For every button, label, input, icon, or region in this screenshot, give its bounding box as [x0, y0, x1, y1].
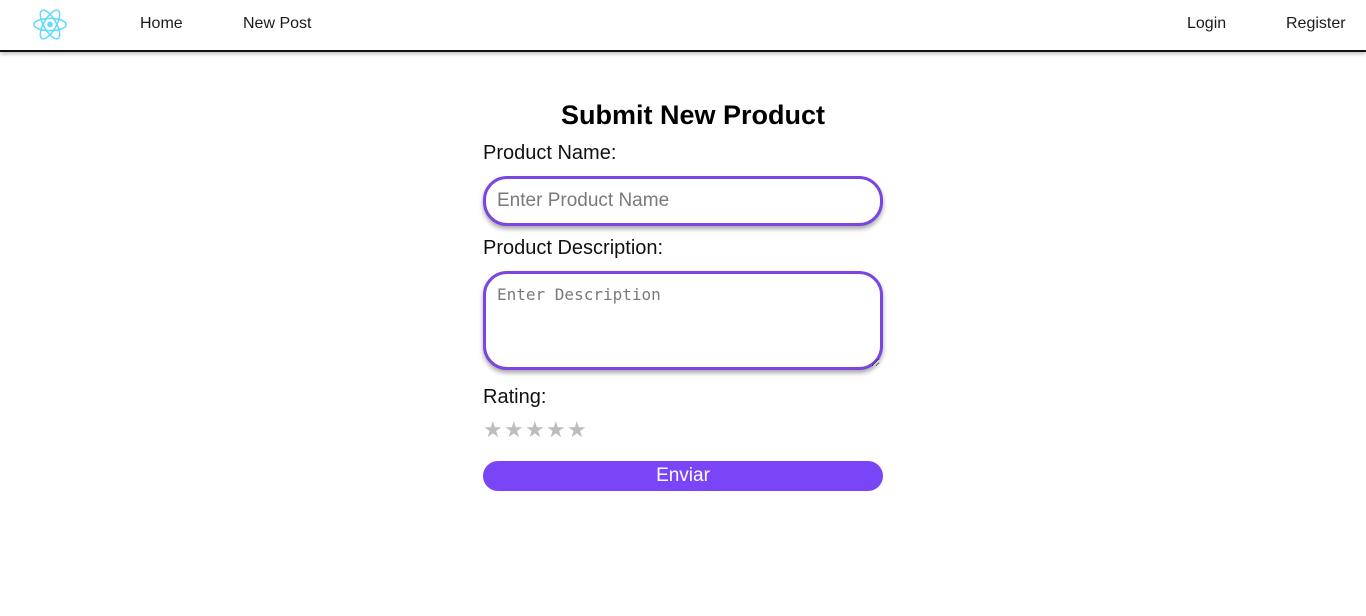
- nav-register-link[interactable]: Register: [1286, 15, 1346, 33]
- page-title: Submit New Product: [560, 100, 825, 130]
- product-name-input[interactable]: [483, 176, 883, 226]
- star-icon[interactable]: ★: [567, 418, 588, 442]
- rating-label: Rating:: [483, 386, 547, 408]
- react-atom-icon: [33, 9, 67, 40]
- top-navbar: Home New Post Login Register: [0, 0, 1366, 52]
- star-icon[interactable]: ★: [525, 418, 546, 442]
- nav-login-link[interactable]: Login: [1187, 15, 1226, 33]
- nav-home-link[interactable]: Home: [140, 15, 183, 33]
- product-name-label: Product Name:: [483, 142, 617, 164]
- nav-new-post-link[interactable]: New Post: [243, 15, 311, 33]
- rating-stars: ★ ★ ★ ★ ★: [483, 418, 588, 442]
- react-logo-icon[interactable]: [31, 7, 69, 42]
- star-icon[interactable]: ★: [504, 418, 525, 442]
- product-description-textarea[interactable]: [483, 271, 883, 370]
- product-description-label: Product Description:: [483, 237, 664, 259]
- star-icon[interactable]: ★: [483, 418, 504, 442]
- submit-button[interactable]: Enviar: [483, 461, 883, 491]
- star-icon[interactable]: ★: [546, 418, 567, 442]
